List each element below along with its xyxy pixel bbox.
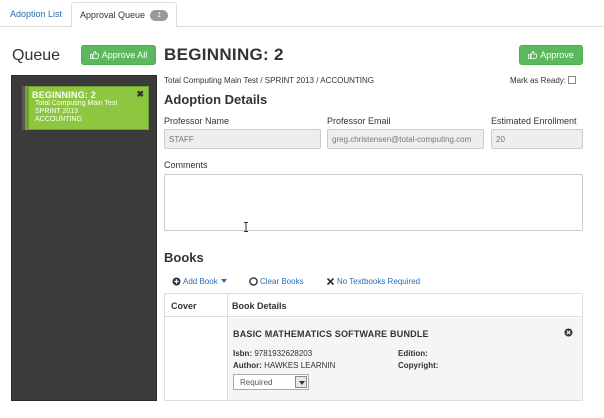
clear-books-button[interactable]: Clear Books <box>249 277 304 286</box>
plus-circle-icon <box>172 277 181 286</box>
page-title: BEGINNING: 2 <box>164 45 284 64</box>
books-table: Cover Book Details BASIC MATHEMATICS SOF… <box>164 293 583 401</box>
mark-ready-label: Mark as Ready: <box>510 76 567 85</box>
chevron-down-icon <box>295 376 307 388</box>
comments-textarea[interactable] <box>164 174 583 231</box>
book-edition: Edition: <box>398 349 428 358</box>
tab-approval-queue[interactable]: Approval Queue 1 <box>71 2 177 27</box>
professor-email-label: Professor Email <box>327 116 391 126</box>
queue-count-badge: 1 <box>150 10 169 21</box>
tab-approval-queue-label: Approval Queue <box>80 10 146 20</box>
book-isbn: Isbn: 9781932628203 <box>233 349 312 358</box>
author-value: HAWKES LEARNIN <box>264 361 336 370</box>
comments-label: Comments <box>164 160 208 170</box>
add-book-label: Add Book <box>183 277 218 286</box>
author-label: Author: <box>233 361 262 370</box>
tab-adoption-list-label: Adoption List <box>10 9 63 19</box>
approve-button[interactable]: Approve <box>519 45 583 65</box>
no-textbooks-required-button[interactable]: No Textbooks Required <box>326 277 420 286</box>
estimated-enrollment-field[interactable]: 20 <box>491 129 583 149</box>
book-title: BASIC MATHEMATICS SOFTWARE BUNDLE <box>233 329 429 339</box>
professor-name-field[interactable]: STAFF <box>164 129 321 149</box>
thumbs-up-icon <box>89 51 99 59</box>
thumbs-up-icon <box>528 51 538 59</box>
requirement-select[interactable]: Required <box>233 374 309 390</box>
queue-item-department: ACCOUNTING <box>35 116 83 123</box>
queue-item-term: SPRINT 2013 <box>35 108 79 115</box>
close-icon[interactable]: ✖ <box>136 89 144 100</box>
professor-email-field[interactable]: greg.christensen@total-computing.com <box>327 129 484 149</box>
tab-bar: Adoption List Approval Queue 1 <box>0 0 604 27</box>
copyright-label: Copyright: <box>398 361 439 370</box>
approve-all-button[interactable]: Approve All <box>81 45 156 65</box>
mark-ready-control: Mark as Ready: <box>510 76 577 85</box>
adoption-details-title: Adoption Details <box>164 92 268 107</box>
book-copyright: Copyright: <box>398 361 438 370</box>
remove-circle-icon[interactable] <box>564 328 573 337</box>
isbn-value: 9781932628203 <box>254 349 313 358</box>
approve-label: Approve <box>540 50 574 60</box>
queue-item-title: BEGINNING: 2 <box>32 90 96 100</box>
tab-adoption-list[interactable]: Adoption List <box>4 2 68 27</box>
breadcrumb: Total Computing Main Test / SPRINT 2013 … <box>164 76 375 85</box>
professor-name-label: Professor Name <box>164 116 230 126</box>
books-title: Books <box>164 250 204 265</box>
approve-all-label: Approve All <box>101 50 148 60</box>
queue-title: Queue <box>12 47 61 64</box>
column-header-cover: Cover <box>171 301 197 311</box>
chevron-down-icon <box>220 279 227 283</box>
clear-circle-icon <box>249 277 258 286</box>
text-cursor-icon <box>243 222 249 232</box>
clear-books-label: Clear Books <box>260 277 304 286</box>
queue-item[interactable]: BEGINNING: 2 Total Computing Main Test S… <box>25 86 149 130</box>
edition-label: Edition: <box>398 349 428 358</box>
x-icon <box>326 277 335 286</box>
requirement-select-value: Required <box>240 378 273 387</box>
mark-ready-checkbox[interactable] <box>568 76 577 84</box>
queue-panel: BEGINNING: 2 Total Computing Main Test S… <box>11 75 157 401</box>
book-author: Author: HAWKES LEARNIN <box>233 361 335 370</box>
queue-item-school: Total Computing Main Test <box>35 100 118 107</box>
column-header-book-details: Book Details <box>232 301 287 311</box>
no-textbooks-required-label: No Textbooks Required <box>337 277 421 286</box>
estimated-enrollment-label: Estimated Enrollment <box>491 116 577 126</box>
table-row: BASIC MATHEMATICS SOFTWARE BUNDLE Isbn: … <box>228 318 582 400</box>
isbn-label: Isbn: <box>233 349 253 358</box>
add-book-button[interactable]: Add Book <box>172 277 227 286</box>
